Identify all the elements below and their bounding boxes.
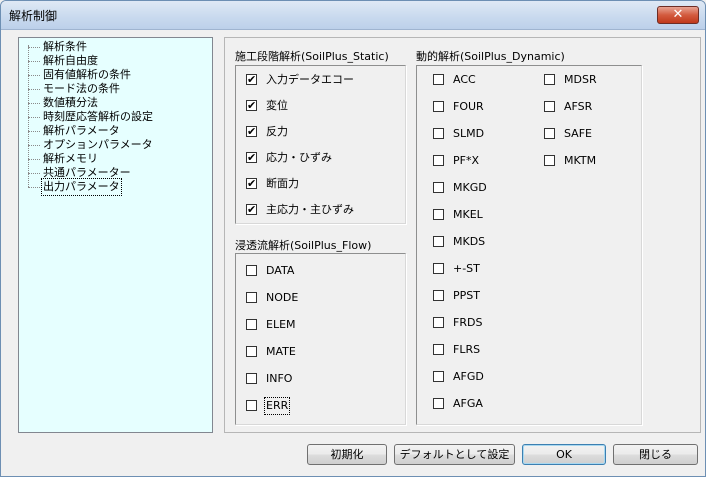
dialog-window: 解析制御 ✕ 解析条件 解析自由度 固有値解析の条件 モード法の条件 数値積分法 時刻歴応… bbox=[0, 0, 706, 477]
set-default-button[interactable]: デフォルトとして設定 bbox=[394, 444, 515, 465]
checkbox-box[interactable] bbox=[433, 74, 444, 85]
tree-item[interactable]: 解析条件 bbox=[43, 40, 87, 54]
settings-tree[interactable]: 解析条件 解析自由度 固有値解析の条件 モード法の条件 数値積分法 時刻歴応答解析の設定解… bbox=[18, 37, 213, 433]
checkbox-label: NODE bbox=[266, 291, 299, 304]
checkbox-box[interactable] bbox=[433, 398, 444, 409]
check-icon[interactable]: ✔ bbox=[246, 204, 257, 215]
tree-item[interactable]: 解析メモリ bbox=[43, 152, 98, 166]
checkbox-box[interactable] bbox=[246, 400, 257, 411]
tree-item[interactable]: 出力パラメータ bbox=[41, 178, 122, 196]
checkbox-box[interactable] bbox=[433, 155, 444, 166]
checkbox-label: ACC bbox=[453, 73, 476, 86]
checkbox-box[interactable] bbox=[433, 371, 444, 382]
tree-connector bbox=[28, 117, 40, 118]
check-icon[interactable]: ✔ bbox=[246, 74, 257, 85]
close-window-button[interactable]: ✕ bbox=[657, 6, 699, 24]
checkbox-box[interactable] bbox=[544, 74, 555, 85]
checkbox-box[interactable] bbox=[246, 319, 257, 330]
checkbox-label: PPST bbox=[453, 289, 480, 302]
checkbox-label: MATE bbox=[266, 345, 296, 358]
checkbox-label: AFSR bbox=[564, 100, 593, 113]
ok-button[interactable]: OK bbox=[522, 444, 606, 465]
checkbox-box[interactable] bbox=[246, 292, 257, 303]
tree-item[interactable]: 固有値解析の条件 bbox=[43, 68, 131, 82]
static-group-label: 施工段階解析(SoilPlus_Static) bbox=[235, 50, 389, 63]
tree-item[interactable]: 共通パラメーター bbox=[43, 166, 131, 180]
dynamic-group-box: ACC FOUR SLMD PF*X MKGD MKEL MKDS +-ST PPST FRDS F… bbox=[416, 65, 642, 425]
tree-connector bbox=[28, 159, 40, 160]
checkbox-box[interactable] bbox=[246, 346, 257, 357]
checkbox-label: 主応力・主ひずみ bbox=[266, 203, 354, 216]
checkbox-box[interactable] bbox=[433, 290, 444, 301]
close-icon: ✕ bbox=[672, 7, 684, 22]
checkbox-label: 応力・ひずみ bbox=[266, 151, 332, 164]
checkbox-label: DATA bbox=[266, 264, 295, 277]
checkbox-label: MKEL bbox=[453, 208, 483, 221]
tree-item[interactable]: 解析パラメータ bbox=[43, 124, 120, 138]
checkbox-label: SAFE bbox=[564, 127, 592, 140]
check-icon[interactable]: ✔ bbox=[246, 152, 257, 163]
tree-connector bbox=[28, 75, 40, 76]
checkbox-box[interactable] bbox=[246, 265, 257, 276]
checkbox-label: MKDS bbox=[453, 235, 486, 248]
checkbox-label: AFGA bbox=[453, 397, 483, 410]
checkbox-label: PF*X bbox=[453, 154, 479, 167]
check-icon[interactable]: ✔ bbox=[246, 178, 257, 189]
checkbox-label: MKTM bbox=[564, 154, 597, 167]
checkbox-box[interactable] bbox=[433, 263, 444, 274]
close-button[interactable]: 閉じる bbox=[613, 444, 698, 465]
check-icon[interactable]: ✔ bbox=[246, 100, 257, 111]
checkbox-label: ERR bbox=[263, 397, 291, 415]
tree-connector bbox=[28, 187, 40, 188]
tree-connector bbox=[28, 173, 40, 174]
checkbox-label: MKGD bbox=[453, 181, 487, 194]
checkbox-box[interactable] bbox=[433, 128, 444, 139]
tree-item[interactable]: 解析自由度 bbox=[43, 54, 98, 68]
checkbox-box[interactable] bbox=[544, 155, 555, 166]
checkbox-label: ELEM bbox=[266, 318, 296, 331]
tree-connector bbox=[28, 47, 40, 48]
tree-connector bbox=[28, 45, 29, 187]
tree-connector bbox=[28, 131, 40, 132]
checkbox-box[interactable] bbox=[544, 101, 555, 112]
tree-item[interactable]: モード法の条件 bbox=[43, 82, 120, 96]
window-title: 解析制御 bbox=[9, 9, 58, 23]
checkbox-label: +-ST bbox=[453, 262, 480, 275]
checkbox-label: 変位 bbox=[266, 99, 288, 112]
checkbox-label: 反力 bbox=[266, 125, 288, 138]
checkbox-box[interactable] bbox=[246, 373, 257, 384]
checkbox-label: INFO bbox=[266, 372, 293, 385]
checkbox-label: FRDS bbox=[453, 316, 483, 329]
static-group-box: ✔ 入力データエコー ✔ 変位 ✔ 反力 ✔ 応力・ひずみ ✔ 断面力 ✔ 主応力・主ひずみ bbox=[235, 65, 406, 224]
tree-item[interactable]: 時刻歴応答解析の設定 bbox=[43, 110, 153, 124]
checkbox-label: FOUR bbox=[453, 100, 484, 113]
checkbox-box[interactable] bbox=[544, 128, 555, 139]
tree-item[interactable]: 数値積分法 bbox=[43, 96, 98, 110]
dynamic-group-label: 動的解析(SoilPlus_Dynamic) bbox=[416, 50, 565, 63]
checkbox-box[interactable] bbox=[433, 317, 444, 328]
title-bar: 解析制御 ✕ bbox=[1, 1, 705, 30]
checkbox-label: AFGD bbox=[453, 370, 484, 383]
checkbox-box[interactable] bbox=[433, 236, 444, 247]
tree-connector bbox=[28, 145, 40, 146]
checkbox-box[interactable] bbox=[433, 209, 444, 220]
checkbox-label: SLMD bbox=[453, 127, 485, 140]
flow-group-box: DATA NODE ELEM MATE INFO ERR bbox=[235, 253, 406, 425]
check-icon[interactable]: ✔ bbox=[246, 126, 257, 137]
initialize-button[interactable]: 初期化 bbox=[307, 444, 387, 465]
tree-connector bbox=[28, 61, 40, 62]
checkbox-label: MDSR bbox=[564, 73, 597, 86]
checkbox-box[interactable] bbox=[433, 182, 444, 193]
checkbox-box[interactable] bbox=[433, 344, 444, 355]
checkbox-label: FLRS bbox=[453, 343, 481, 356]
flow-group-label: 浸透流解析(SoilPlus_Flow) bbox=[235, 239, 372, 252]
checkbox-box[interactable] bbox=[433, 101, 444, 112]
tree-connector bbox=[28, 89, 40, 90]
checkbox-label: 入力データエコー bbox=[266, 73, 354, 86]
output-parameter-panel: 施工段階解析(SoilPlus_Static) ✔ 入力データエコー ✔ 変位 ✔ 反力 ✔… bbox=[224, 37, 701, 433]
checkbox-label: 断面力 bbox=[266, 177, 299, 190]
tree-connector bbox=[28, 103, 40, 104]
tree-item[interactable]: オプションパラメータ bbox=[43, 138, 153, 152]
